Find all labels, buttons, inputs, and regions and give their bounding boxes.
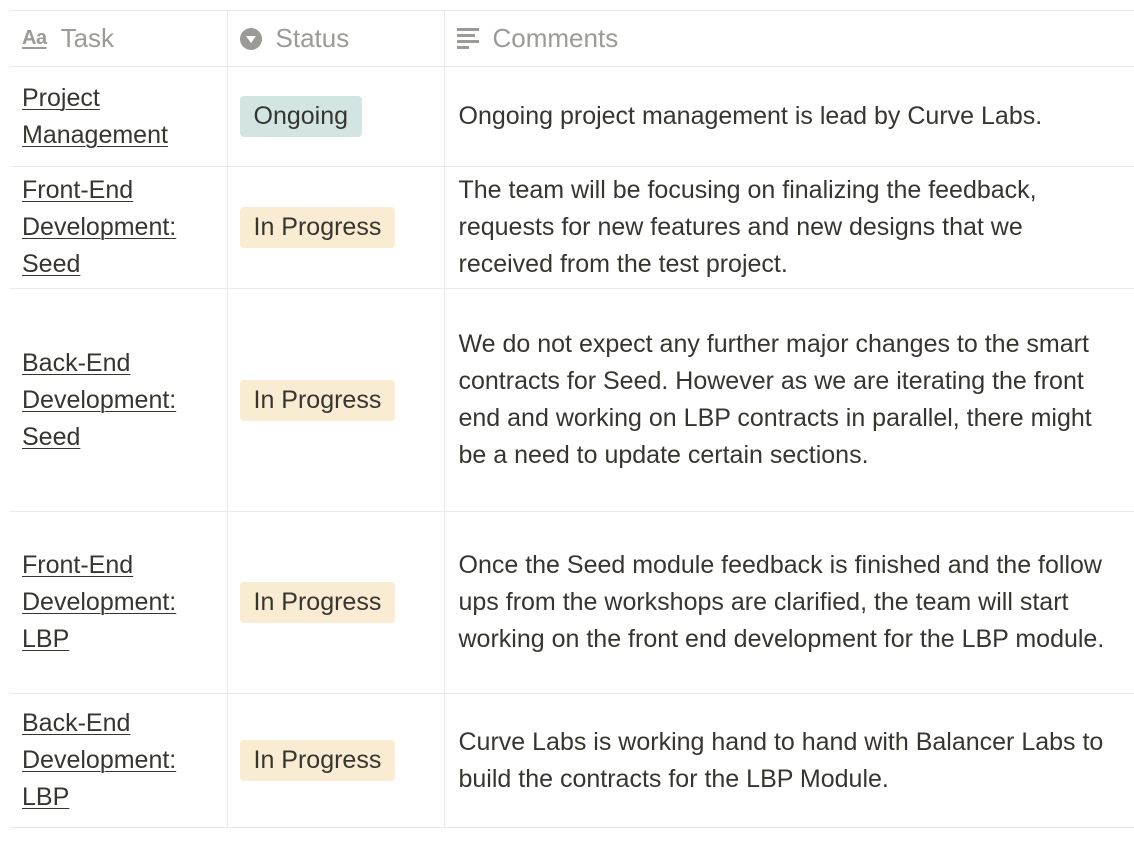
- task-cell[interactable]: Front-End Development: LBP: [10, 511, 228, 694]
- table-row[interactable]: Project Management Ongoing Ongoing project…: [10, 66, 1134, 167]
- task-cell[interactable]: Project Management: [10, 66, 228, 167]
- column-header-label: Status: [275, 23, 350, 53]
- table-row[interactable]: Front-End Development: Seed In Progress Th…: [10, 166, 1134, 289]
- database-table-view: Aa Task Status Comments Project Manageme…: [10, 10, 1134, 828]
- table-row[interactable]: Front-End Development: LBP In Progress Onc…: [10, 511, 1134, 694]
- column-header-label: Comments: [492, 23, 619, 53]
- table-row[interactable]: Back-End Development: LBP In Progress Curv…: [10, 693, 1134, 828]
- comment-text: Curve Labs is working hand to hand with …: [458, 727, 1104, 793]
- status-cell[interactable]: In Progress: [227, 288, 445, 512]
- comment-text: The team will be focusing on finalizing …: [458, 176, 1037, 278]
- column-header-status[interactable]: Status: [227, 10, 445, 67]
- comment-cell[interactable]: The team will be focusing on finalizing …: [444, 166, 1134, 289]
- task-cell[interactable]: Back-End Development: LBP: [10, 693, 228, 828]
- task-title-link[interactable]: Front-End Development: Seed: [22, 176, 176, 278]
- task-title-link[interactable]: Back-End Development: LBP: [22, 709, 176, 811]
- column-header-task[interactable]: Aa Task: [10, 10, 228, 67]
- comment-text: We do not expect any further major chang…: [458, 330, 1092, 469]
- task-cell[interactable]: Front-End Development: Seed: [10, 166, 228, 289]
- status-badge: In Progress: [239, 379, 396, 421]
- table-row[interactable]: Back-End Development: Seed In Progress We …: [10, 288, 1134, 512]
- text-lines-icon: [456, 28, 479, 49]
- comment-cell[interactable]: Once the Seed module feedback is finishe…: [444, 511, 1134, 694]
- column-header-comments[interactable]: Comments: [444, 10, 1134, 67]
- table-body: Project Management Ongoing Ongoing project…: [10, 66, 1134, 828]
- table-header-row: Aa Task Status Comments: [10, 10, 1134, 67]
- comment-cell[interactable]: Ongoing project management is lead by Cu…: [444, 66, 1134, 167]
- status-badge: In Progress: [239, 582, 396, 623]
- status-badge: In Progress: [239, 740, 396, 781]
- column-header-label: Task: [60, 23, 115, 53]
- status-badge: In Progress: [239, 207, 396, 248]
- task-title-link[interactable]: Back-End Development: Seed: [22, 349, 176, 451]
- task-title-link[interactable]: Project Management: [22, 84, 168, 149]
- comment-cell[interactable]: We do not expect any further major chang…: [444, 288, 1134, 512]
- task-cell[interactable]: Back-End Development: Seed: [10, 288, 228, 512]
- select-property-icon: [239, 27, 262, 50]
- text-property-icon: Aa: [22, 27, 47, 49]
- comment-text: Once the Seed module feedback is finishe…: [458, 551, 1105, 653]
- tasks-table: Aa Task Status Comments Project Manageme…: [10, 10, 1134, 828]
- status-cell[interactable]: In Progress: [227, 693, 445, 828]
- status-cell[interactable]: Ongoing: [227, 66, 445, 167]
- status-cell[interactable]: In Progress: [227, 166, 445, 289]
- status-cell[interactable]: In Progress: [227, 511, 445, 694]
- status-badge: Ongoing: [239, 96, 363, 137]
- comment-cell[interactable]: Curve Labs is working hand to hand with …: [444, 693, 1134, 828]
- comment-text: Ongoing project management is lead by Cu…: [458, 102, 1043, 130]
- task-title-link[interactable]: Front-End Development: LBP: [22, 551, 176, 653]
